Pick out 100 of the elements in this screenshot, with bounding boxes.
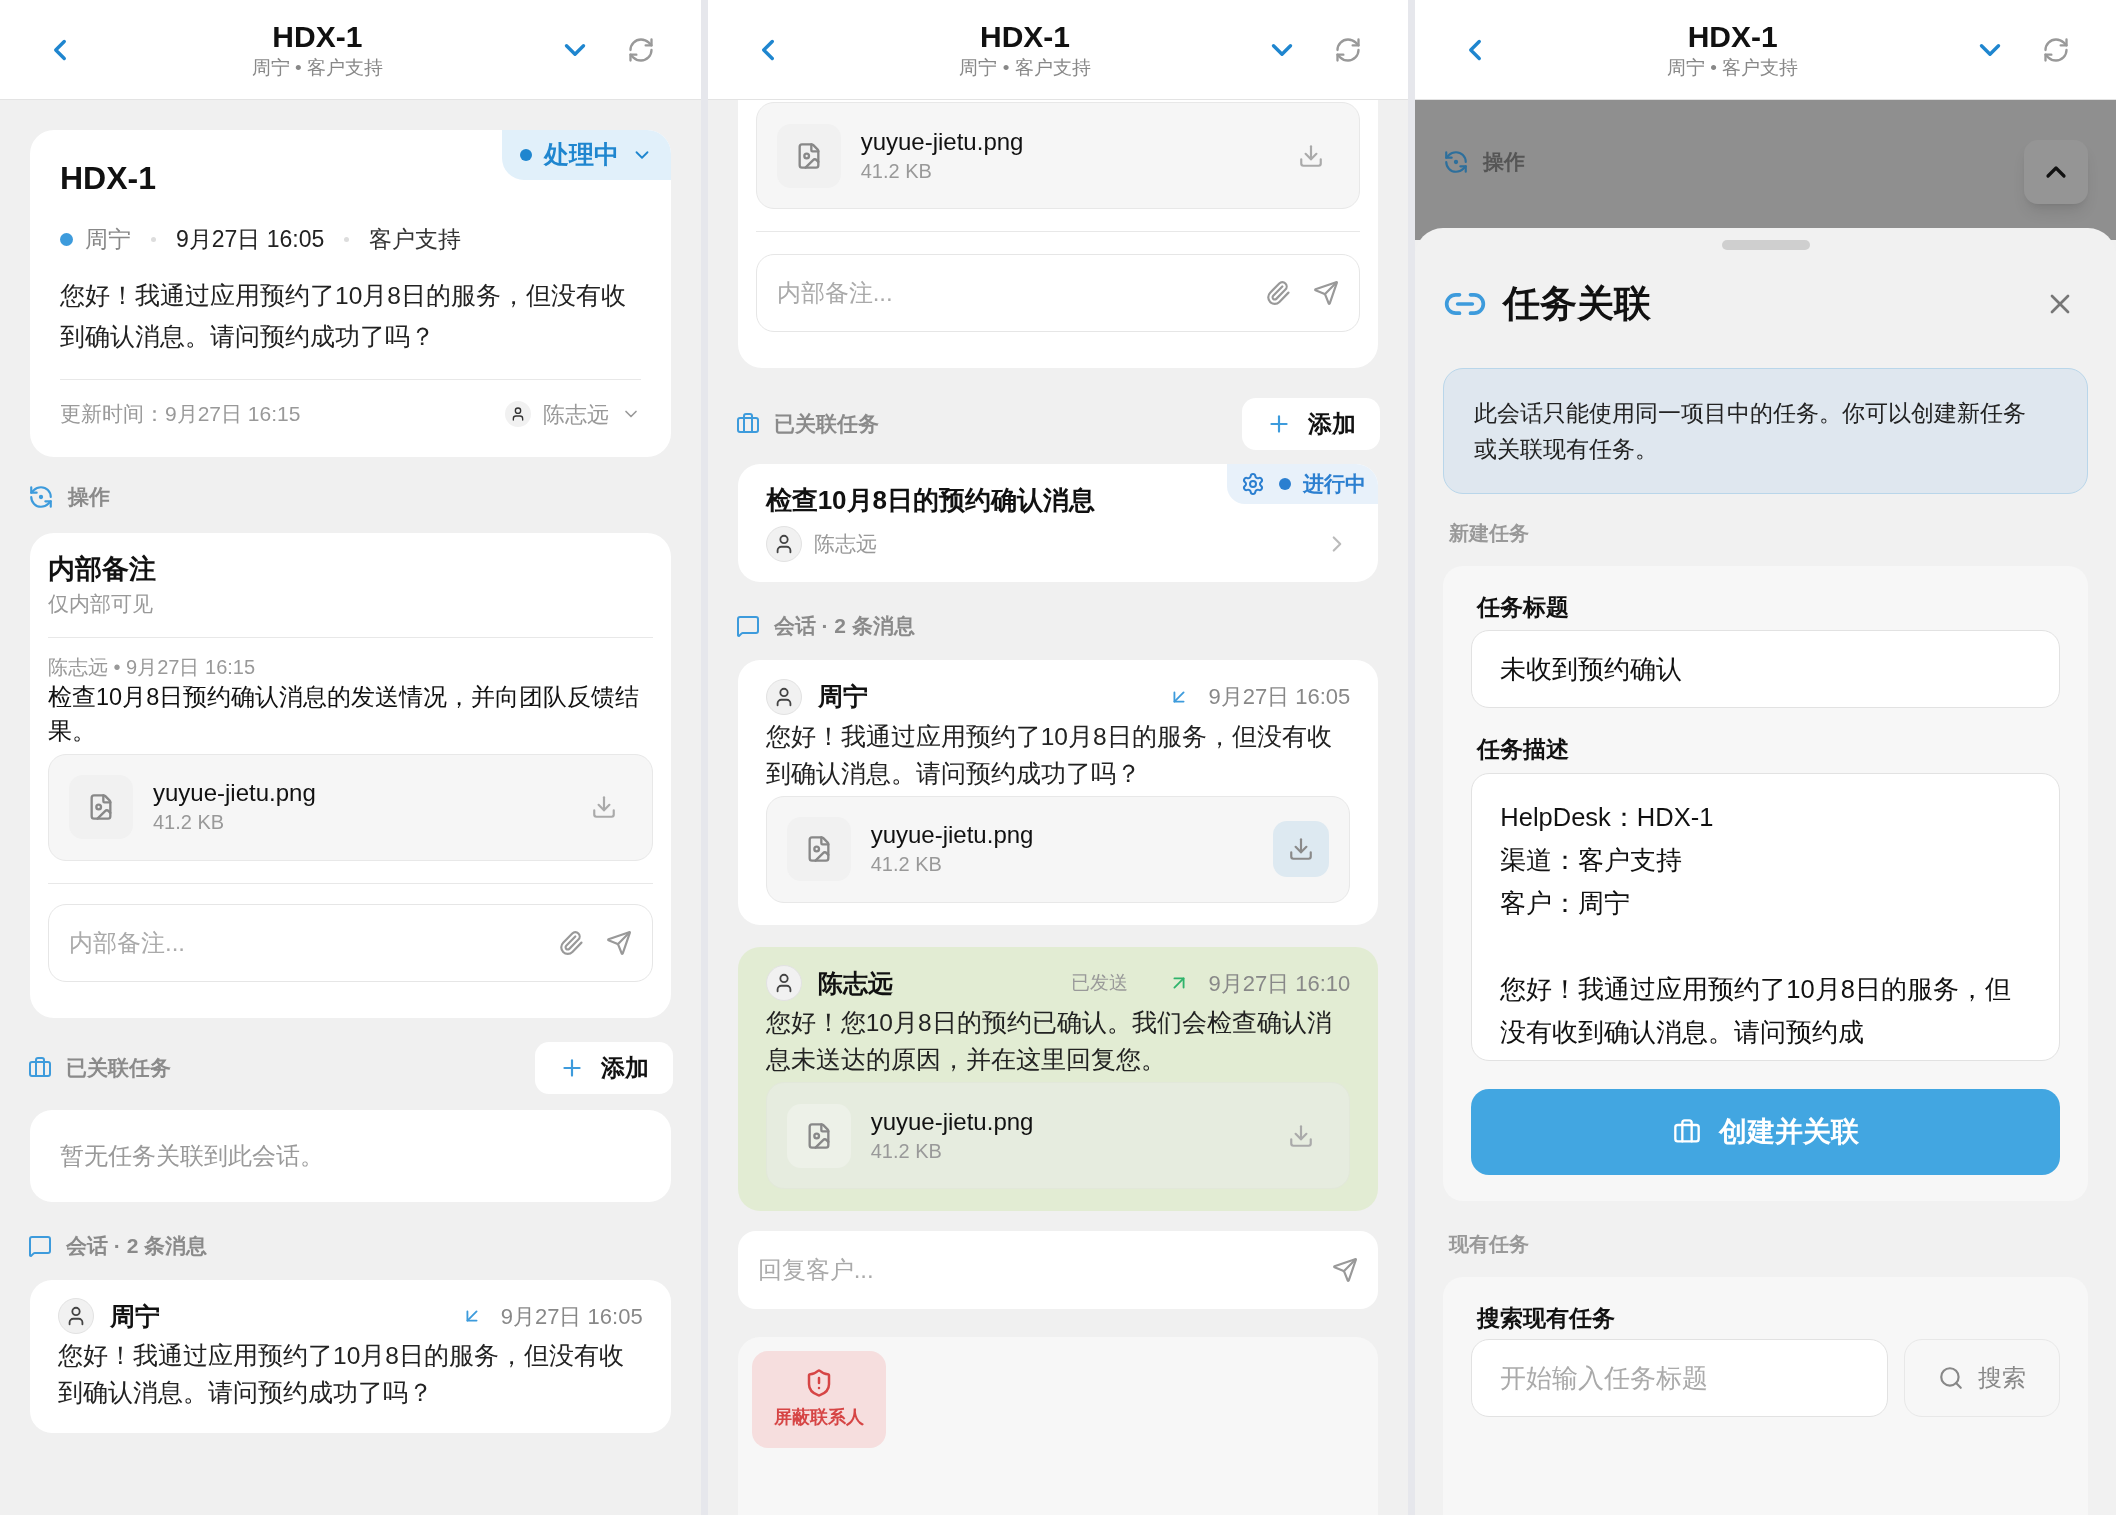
delivery-status: 已发送 bbox=[1071, 971, 1129, 995]
description-line: 客户：周宁 bbox=[1500, 887, 1632, 919]
image-file-icon bbox=[776, 123, 841, 188]
description-line: 渠道：客户支持 bbox=[1500, 844, 1684, 876]
task-title: 检查10月8日的预约确认消息 bbox=[765, 485, 1096, 515]
download-icon bbox=[1288, 1122, 1315, 1149]
chat-icon bbox=[28, 1233, 52, 1258]
file-name: yuyue-jietu.png bbox=[153, 778, 317, 808]
section-label: 已关联任务 bbox=[773, 411, 879, 438]
scroll-up-button[interactable] bbox=[2024, 140, 2088, 204]
note-input[interactable]: 内部备注... bbox=[69, 924, 536, 961]
title-input[interactable]: 未收到预约确认 bbox=[1471, 630, 2060, 708]
sender-name: 周宁 bbox=[110, 1300, 161, 1332]
refresh-icon bbox=[626, 35, 655, 64]
task-status: 进行中 bbox=[1279, 468, 1367, 500]
file-size: 41.2 KB bbox=[870, 852, 943, 877]
sender-name: 周宁 bbox=[817, 681, 869, 712]
refresh-icon bbox=[1334, 35, 1363, 64]
briefcase-icon bbox=[28, 1055, 52, 1080]
sheet-handle[interactable] bbox=[1721, 240, 1810, 250]
attachment-card[interactable]: yuyue-jietu.png 41.2 KB bbox=[755, 102, 1361, 209]
reply-composer[interactable]: 回复客户... bbox=[737, 1231, 1379, 1309]
sender-name: 陈志远 bbox=[817, 967, 894, 999]
reply-input[interactable]: 回复客户... bbox=[757, 1252, 1311, 1288]
ticket-title: HDX-1 bbox=[272, 18, 363, 55]
message-time: 9月27日 16:05 bbox=[500, 1302, 643, 1331]
ticket-message: 您好！我通过应用预约了10月8日的服务，但没有收到确认消息。请问预约成功了吗？ bbox=[60, 280, 627, 352]
attach-button[interactable] bbox=[1265, 280, 1292, 306]
settings-icon bbox=[1241, 472, 1266, 496]
attachment-card[interactable]: yuyue-jietu.png 41.2 KB bbox=[765, 795, 1351, 903]
image-file-icon bbox=[786, 1103, 851, 1168]
note-meta: 陈志远 • 9月27日 16:15 bbox=[48, 654, 257, 680]
send-icon bbox=[1313, 280, 1340, 306]
send-button[interactable] bbox=[1313, 280, 1340, 306]
download-icon bbox=[590, 794, 617, 820]
section-label: 会话 · 2 条消息 bbox=[66, 1232, 208, 1259]
task-card[interactable]: 进行中 检查10月8日的预约确认消息 陈志远 bbox=[737, 464, 1379, 582]
briefcase-icon bbox=[1672, 1117, 1701, 1146]
refresh-icon bbox=[2042, 35, 2070, 64]
file-name: yuyue-jietu.png bbox=[870, 820, 1035, 850]
description-line: HelpDesk：HDX-1 bbox=[1500, 801, 1715, 833]
notes-subtitle: 仅内部可见 bbox=[48, 590, 154, 617]
chat-icon bbox=[735, 614, 760, 638]
refresh-icon bbox=[1443, 149, 1470, 175]
download-button[interactable] bbox=[1273, 821, 1330, 877]
search-icon bbox=[1938, 1365, 1964, 1391]
created-time: 9月27日 16:05 bbox=[176, 225, 325, 254]
section-label: 会话 · 2 条消息 bbox=[773, 613, 915, 640]
sheet-title: 任务关联 bbox=[1503, 282, 1653, 326]
customer-name: 周宁 bbox=[85, 225, 131, 254]
add-button[interactable]: 添加 bbox=[534, 1041, 673, 1094]
section-label: 操作 bbox=[68, 483, 110, 510]
composer[interactable]: 内部备注... bbox=[755, 254, 1361, 332]
note-text: 检查10月8日预约确认消息的发送情况，并向团队反馈结果。 bbox=[48, 682, 641, 746]
paperclip-icon bbox=[557, 929, 584, 956]
download-icon bbox=[1298, 142, 1325, 169]
send-button[interactable] bbox=[605, 929, 632, 956]
section-label: 已关联任务 bbox=[66, 1054, 171, 1081]
image-file-icon bbox=[786, 817, 851, 881]
refresh-icon bbox=[28, 483, 54, 510]
send-button[interactable] bbox=[1332, 1257, 1359, 1283]
file-size: 41.2 KB bbox=[870, 1138, 943, 1164]
ticket-subtitle: 周宁 • 客户支持 bbox=[959, 55, 1091, 80]
message-text: 您好！您10月8日的预约已确认。我们会检查确认消息未送达的原因，并在这里回复您。 bbox=[765, 1008, 1333, 1075]
group-label: 现有任务 bbox=[1447, 1231, 1531, 1257]
file-name: yuyue-jietu.png bbox=[870, 1106, 1035, 1137]
message-time: 9月27日 16:05 bbox=[1208, 683, 1351, 712]
field-label: 搜索现有任务 bbox=[1475, 1303, 1617, 1333]
image-file-icon bbox=[69, 775, 133, 839]
task-assignee: 陈志远 bbox=[813, 531, 878, 558]
ticket-title: HDX-1 bbox=[980, 18, 1070, 55]
ticket-subtitle: 周宁 • 客户支持 bbox=[1667, 55, 1799, 80]
file-name: yuyue-jietu.png bbox=[860, 126, 1025, 157]
description-paragraph: 您好！我通过应用预约了10月8日的服务，但没有收到确认消息。请问预约成 bbox=[1500, 973, 2012, 1048]
channel-name: 客户支持 bbox=[369, 225, 462, 254]
notes-title: 内部备注 bbox=[48, 552, 157, 586]
attachment-card[interactable]: yuyue-jietu.png 41.2 KB bbox=[765, 1082, 1351, 1189]
note-input[interactable]: 内部备注... bbox=[776, 275, 1244, 311]
paperclip-icon bbox=[1265, 280, 1292, 306]
avatar bbox=[765, 526, 802, 562]
composer[interactable]: 内部备注... bbox=[48, 903, 653, 982]
send-icon bbox=[605, 929, 632, 956]
updated-time: 更新时间：9月27日 16:15 bbox=[60, 401, 302, 428]
empty-message: 暂无任务关联到此会话。 bbox=[60, 1140, 324, 1171]
search-field[interactable]: 开始输入任务标题 bbox=[1471, 1339, 1888, 1417]
add-button[interactable]: 添加 bbox=[1242, 398, 1381, 450]
attach-button[interactable] bbox=[557, 929, 584, 956]
briefcase-icon bbox=[735, 412, 760, 436]
file-size: 41.2 KB bbox=[860, 158, 933, 184]
section-label: 操作 bbox=[1483, 149, 1526, 176]
ticket-title: HDX-1 bbox=[1687, 18, 1778, 55]
message-time: 9月27日 16:10 bbox=[1208, 969, 1351, 998]
ticket-heading: HDX-1 bbox=[60, 160, 156, 196]
ticket-subtitle: 周宁 • 客户支持 bbox=[251, 55, 383, 80]
attachment-card[interactable]: yuyue-jietu.png 41.2 KB bbox=[48, 753, 653, 861]
avatar bbox=[765, 678, 802, 715]
send-icon bbox=[1332, 1257, 1359, 1283]
settings-button[interactable] bbox=[1241, 472, 1266, 496]
group-label: 新建任务 bbox=[1448, 520, 1531, 546]
description-input[interactable]: HelpDesk：HDX-1 渠道：客户支持 客户：周宁 您好！我通过应用预约了10月8日的服务，但没有收到确认消息。请问预约成 bbox=[1471, 772, 2060, 1061]
